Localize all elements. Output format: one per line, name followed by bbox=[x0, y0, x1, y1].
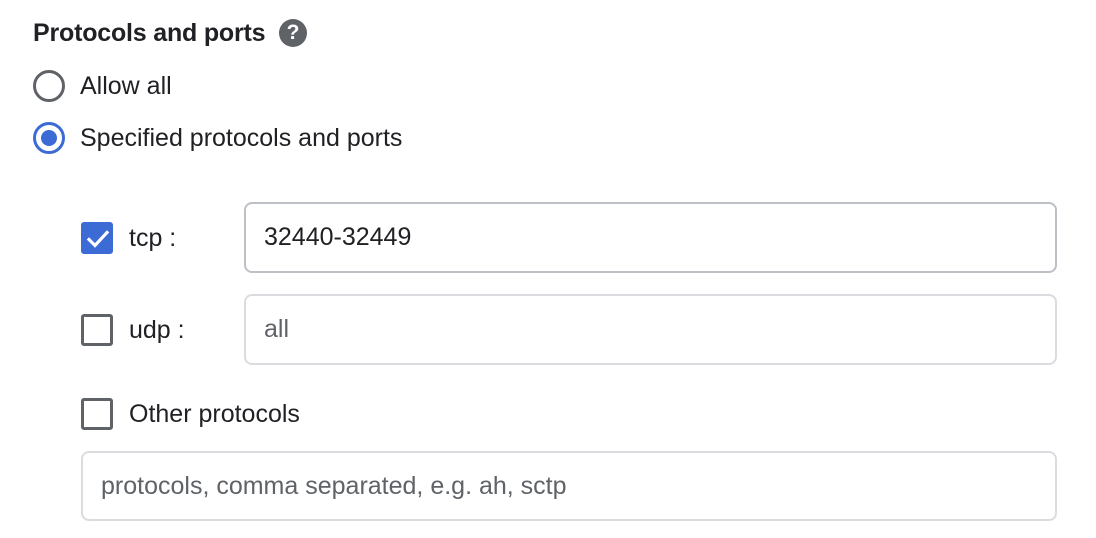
radio-allow-all-label: Allow all bbox=[80, 72, 172, 100]
tcp-ports-input[interactable] bbox=[264, 223, 1055, 252]
other-protocols-checkbox-row[interactable]: Other protocols bbox=[81, 397, 300, 431]
tcp-checkbox[interactable] bbox=[81, 222, 113, 254]
other-protocols-input[interactable] bbox=[101, 471, 1055, 501]
tcp-label: tcp : bbox=[129, 224, 177, 252]
radio-dot bbox=[41, 130, 57, 146]
tcp-checkbox-row[interactable]: tcp : bbox=[81, 221, 176, 255]
other-protocols-field[interactable] bbox=[81, 451, 1057, 521]
radio-specified-label: Specified protocols and ports bbox=[80, 124, 403, 152]
radio-selected-icon[interactable] bbox=[33, 122, 65, 154]
udp-checkbox-row[interactable]: udp : bbox=[81, 313, 185, 347]
udp-checkbox[interactable] bbox=[81, 314, 113, 346]
other-protocols-label: Other protocols bbox=[129, 400, 300, 428]
radio-unselected-icon[interactable] bbox=[33, 70, 65, 102]
other-protocols-checkbox[interactable] bbox=[81, 398, 113, 430]
radio-specified-protocols[interactable]: Specified protocols and ports bbox=[33, 121, 402, 155]
udp-ports-input[interactable] bbox=[264, 315, 1055, 344]
udp-label: udp : bbox=[129, 316, 185, 344]
help-icon[interactable]: ? bbox=[279, 19, 307, 47]
section-title: Protocols and ports bbox=[33, 19, 266, 47]
tcp-ports-field[interactable] bbox=[244, 202, 1057, 273]
udp-ports-field[interactable] bbox=[244, 294, 1057, 365]
radio-allow-all[interactable]: Allow all bbox=[33, 69, 172, 103]
checkmark-icon bbox=[86, 230, 110, 248]
